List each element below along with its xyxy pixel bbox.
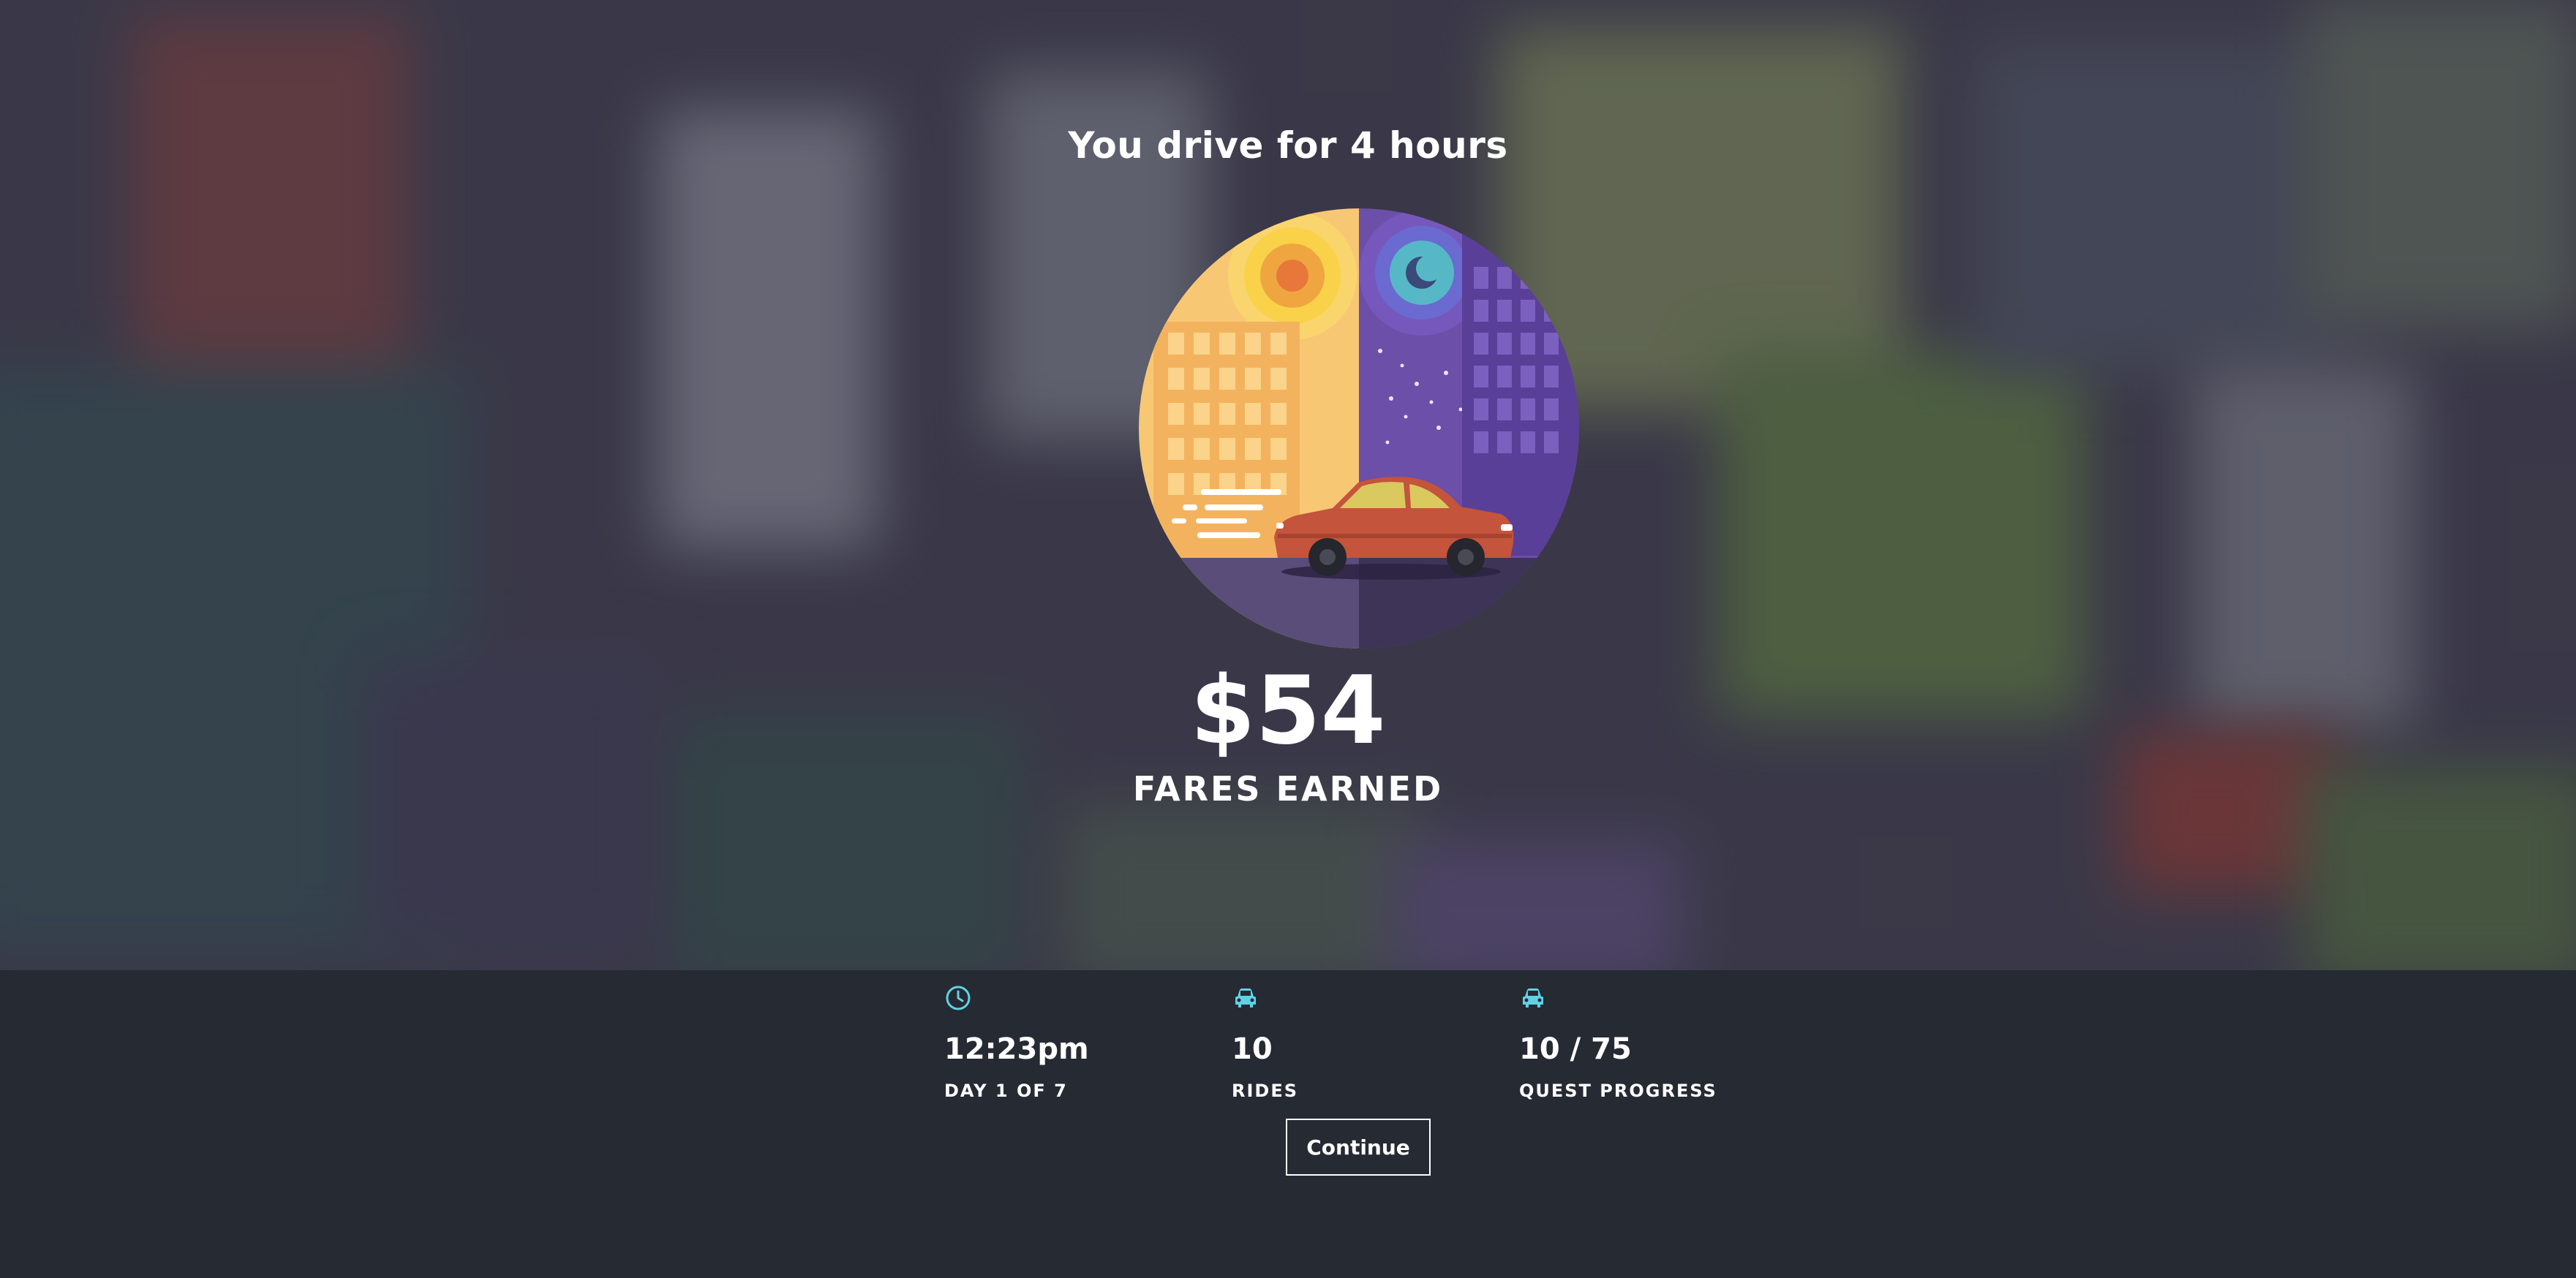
fares-earned-amount: $54 bbox=[1190, 657, 1386, 765]
continue-button[interactable]: Continue bbox=[1286, 1119, 1431, 1176]
car-icon bbox=[1523, 988, 1543, 1007]
stat-rides: 10 RIDES bbox=[1232, 984, 1510, 1101]
stat-quest-value: 10 / 75 bbox=[1519, 1032, 1632, 1066]
stat-time-value: 12:23pm bbox=[944, 1032, 1089, 1066]
stat-time-label: DAY 1 OF 7 bbox=[944, 1081, 1068, 1101]
page-title: You drive for 4 hours bbox=[1068, 124, 1508, 167]
car-icon bbox=[1235, 988, 1256, 1007]
stat-rides-label: RIDES bbox=[1232, 1081, 1299, 1101]
stat-time: 12:23pm DAY 1 OF 7 bbox=[944, 984, 1222, 1101]
stat-quest-progress: 10 / 75 QUEST PROGRESS bbox=[1519, 984, 1797, 1101]
clock-icon bbox=[946, 986, 971, 1010]
fares-earned-label: FARES EARNED bbox=[1132, 769, 1444, 809]
stat-quest-label: QUEST PROGRESS bbox=[1519, 1081, 1717, 1101]
stat-rides-value: 10 bbox=[1232, 1032, 1273, 1066]
day-night-car-icon bbox=[1139, 208, 1579, 649]
day-night-car-illustration bbox=[1139, 208, 1579, 649]
